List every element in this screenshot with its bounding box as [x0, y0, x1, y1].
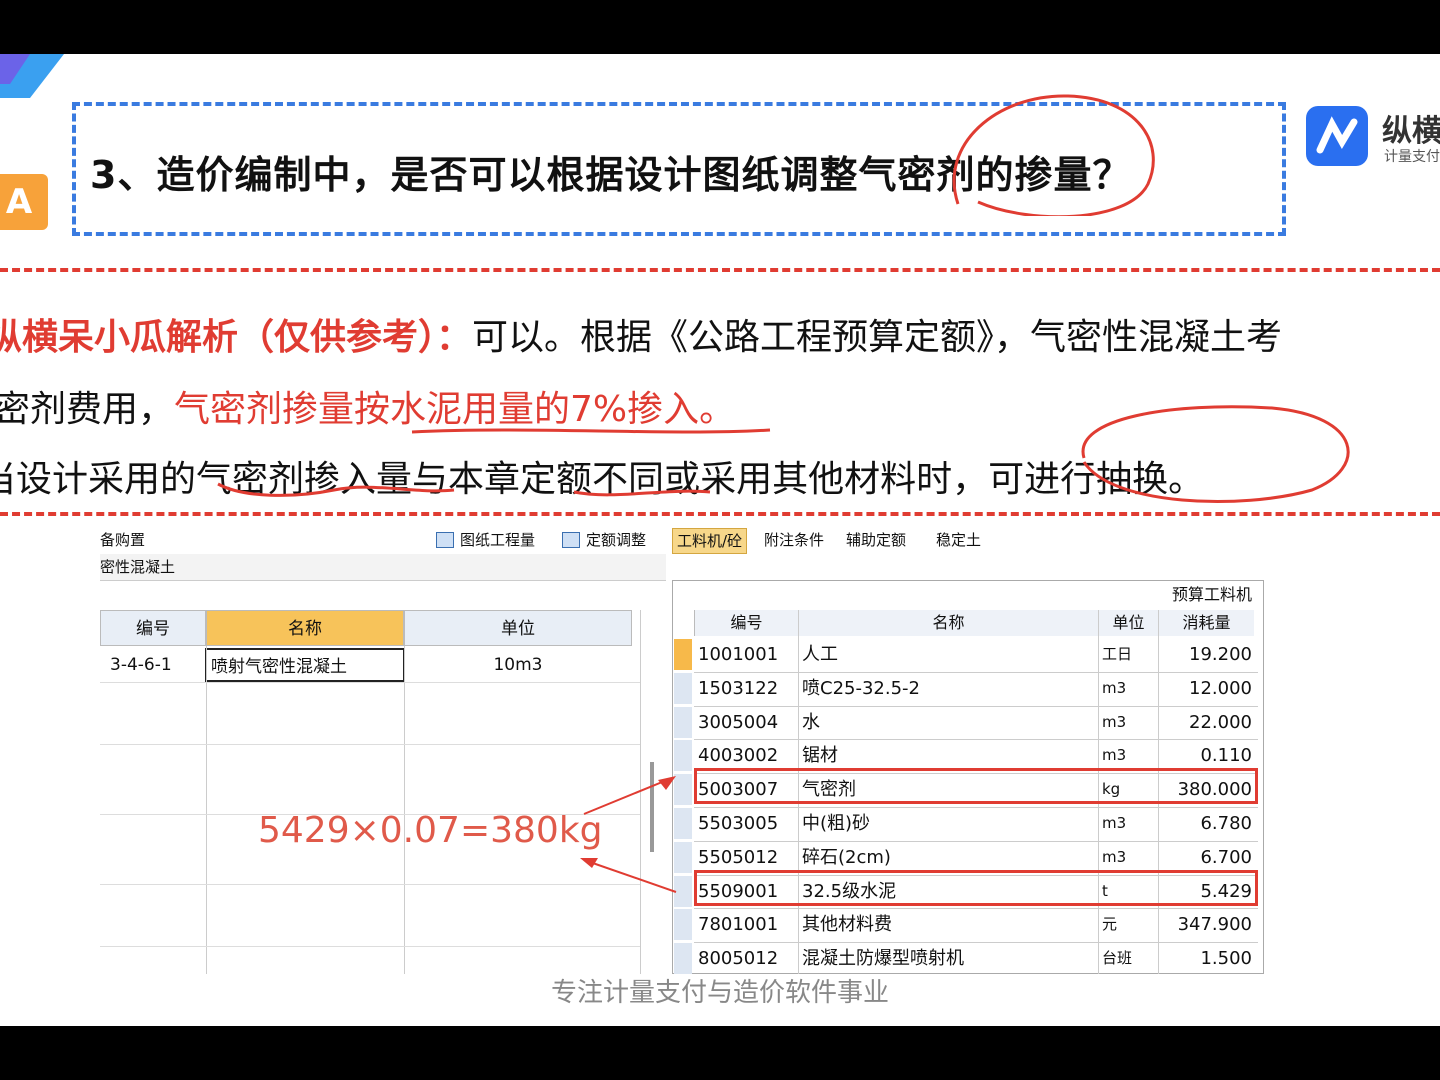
row-name[interactable]: 喷C25-32.5-2 — [802, 672, 1098, 705]
row-unit[interactable]: m3 — [1102, 672, 1158, 705]
row-qty[interactable]: 1.500 — [1158, 942, 1252, 974]
tab-materials[interactable]: 工料机/砼 — [672, 528, 748, 554]
analysis-line-1: 纵横呆小瓜解析（仅供参考）：可以。根据《公路工程预算定额》，气密性混凝土考 — [0, 308, 1282, 360]
brand-name: 纵横 — [1382, 114, 1440, 149]
footer-slogan: 专注计量支付与造价软件事业 — [550, 978, 889, 1008]
divider-bottom — [0, 512, 1440, 516]
slide: A 3、造价编制中，是否可以根据设计图纸调整气密剂的掺量？ 纵横 计量支付 纵横… — [0, 54, 1440, 1026]
row-code[interactable]: 1001001 — [698, 638, 798, 671]
left-header-unit[interactable]: 单位 — [404, 610, 632, 646]
grid-line — [100, 682, 640, 683]
category-bar: 密性混凝土 — [100, 554, 666, 581]
row-code[interactable]: 5503005 — [698, 807, 798, 840]
circle-annotation-icon-2 — [1081, 405, 1350, 504]
highlight-box-admixture — [694, 768, 1258, 804]
tab-auxiliary-quota[interactable]: 辅助定额 — [842, 528, 910, 552]
right-header-code[interactable]: 编号 — [694, 610, 798, 636]
left-row-code[interactable]: 3-4-6-1 — [110, 648, 206, 682]
arrow-annotation-icon — [580, 776, 677, 893]
right-header-name[interactable]: 名称 — [798, 610, 1098, 636]
row-qty[interactable]: 6.700 — [1158, 841, 1252, 874]
formula-annotation: 5429×0.07=380kg — [258, 810, 603, 851]
row-unit[interactable]: 台班 — [1102, 942, 1158, 974]
row-name[interactable]: 其他材料费 — [802, 908, 1098, 941]
row-unit[interactable]: 元 — [1102, 908, 1158, 941]
left-header-name[interactable]: 名称 — [206, 610, 404, 646]
row-qty[interactable]: 12.000 — [1158, 672, 1252, 705]
row-qty[interactable]: 19.200 — [1158, 638, 1252, 671]
circle-annotation-icon — [952, 94, 1155, 216]
row-code[interactable]: 5505012 — [698, 841, 798, 874]
grid-line — [206, 646, 207, 974]
left-header-code[interactable]: 编号 — [100, 610, 206, 646]
row-unit[interactable]: m3 — [1102, 807, 1158, 840]
row-marker[interactable] — [674, 943, 692, 974]
row-qty[interactable]: 347.900 — [1158, 908, 1252, 941]
answer-badge: A — [0, 174, 48, 230]
drawing-qty-label: 图纸工程量 — [460, 531, 536, 549]
left-row-unit[interactable]: 10m3 — [404, 648, 632, 682]
drawing-icon — [436, 532, 454, 548]
row-unit[interactable]: 工日 — [1102, 638, 1158, 671]
tab-notes[interactable]: 附注条件 — [760, 528, 828, 552]
row-name[interactable]: 中(粗)砂 — [802, 807, 1098, 840]
row-code[interactable]: 1503122 — [698, 672, 798, 705]
row-unit[interactable]: m3 — [1102, 841, 1158, 874]
analysis-line3-a: 当设计采用的 — [0, 459, 197, 500]
quota-adjust-icon — [562, 532, 580, 548]
materials-grid-title: 预算工料机 — [1171, 585, 1252, 604]
row-marker[interactable] — [674, 639, 692, 670]
row-name[interactable]: 混凝土防爆型喷射机 — [802, 942, 1098, 974]
brand-icon — [1306, 106, 1368, 166]
row-qty[interactable]: 6.780 — [1158, 807, 1252, 840]
left-row-name[interactable]: 喷射气密性混凝土 — [205, 648, 405, 682]
grid-line — [100, 744, 640, 745]
highlight-box-cement — [694, 870, 1258, 906]
row-unit[interactable]: m3 — [1102, 706, 1158, 739]
analysis-label: 纵横呆小瓜解析（仅供参考）： — [0, 317, 473, 358]
underline-annotation-icon — [411, 428, 771, 434]
right-header-unit[interactable]: 单位 — [1098, 610, 1158, 636]
row-marker[interactable] — [674, 706, 692, 738]
row-marker[interactable] — [674, 740, 692, 772]
right-header-qty[interactable]: 消耗量 — [1158, 610, 1254, 636]
software-screenshot: 备购置 图纸工程量 定额调整 密性混凝土 编号 名称 单位 3-4-6-1 喷射… — [100, 526, 1264, 974]
divider-top — [0, 268, 1440, 272]
quota-adjust-button[interactable]: 定额调整 — [562, 526, 646, 554]
quota-adjust-label: 定额调整 — [586, 531, 647, 549]
row-name[interactable]: 人工 — [802, 638, 1098, 671]
row-code[interactable]: 8005012 — [698, 942, 798, 974]
row-code[interactable]: 7801001 — [698, 908, 798, 941]
row-marker[interactable] — [674, 672, 692, 704]
row-qty[interactable]: 22.000 — [1158, 706, 1252, 739]
row-name[interactable]: 碎石(2cm) — [802, 841, 1098, 874]
row-code[interactable]: 3005004 — [698, 706, 798, 739]
corner-logo-icon — [0, 54, 64, 98]
grid-line — [100, 884, 640, 885]
analysis-line2-a: 密剂费用， — [0, 389, 175, 430]
brand-subtitle: 计量支付 — [1384, 149, 1440, 165]
row-name[interactable]: 水 — [802, 706, 1098, 739]
analysis-line1-text: 可以。根据《公路工程预算定额》，气密性混凝土考 — [472, 317, 1283, 358]
grid-line — [100, 946, 640, 947]
row-marker[interactable] — [674, 909, 692, 941]
drawing-qty-button[interactable]: 图纸工程量 — [436, 526, 535, 554]
tab-stabilized-soil[interactable]: 稳定土 — [932, 528, 985, 552]
underline-annotation-icon-2 — [217, 482, 711, 497]
